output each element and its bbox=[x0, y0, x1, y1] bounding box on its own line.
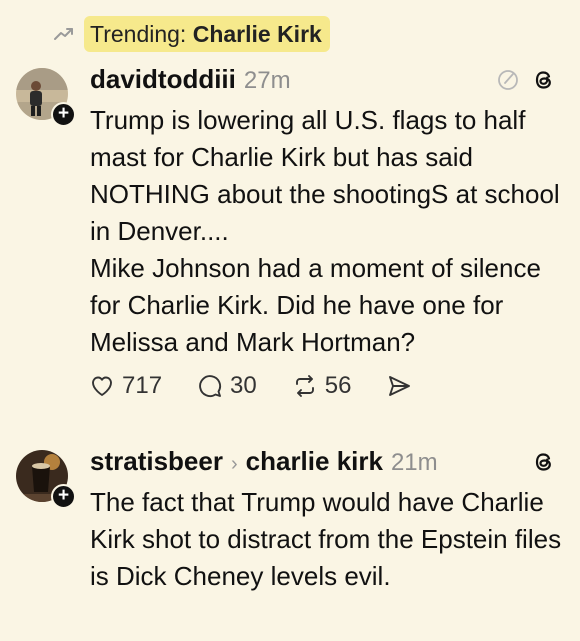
avatar-container[interactable]: + bbox=[16, 68, 76, 128]
post-davidtoddiii[interactable]: + davidtoddiii 27m Trump is lowering all… bbox=[0, 64, 580, 414]
threads-logo-icon[interactable] bbox=[530, 66, 558, 94]
avatar-container[interactable]: + bbox=[16, 450, 76, 510]
heart-icon bbox=[92, 376, 112, 396]
trending-label[interactable]: Trending: Charlie Kirk bbox=[84, 16, 330, 52]
post-body: Trump is lowering all U.S. flags to half… bbox=[90, 102, 565, 361]
trending-arrow-icon bbox=[54, 28, 73, 40]
reply-button[interactable]: 30 bbox=[196, 372, 257, 400]
share-button[interactable] bbox=[385, 372, 413, 400]
repost-count: 56 bbox=[324, 372, 352, 399]
post-stratisbeer[interactable]: + stratisbeer › charlie kirk 21m The fac… bbox=[0, 446, 580, 641]
topic-tag[interactable]: charlie kirk bbox=[246, 446, 383, 477]
follow-plus-button[interactable]: + bbox=[51, 102, 76, 127]
threads-feed: Trending: Charlie Kirk + davidtoddiii 27… bbox=[0, 0, 580, 641]
reply-count: 30 bbox=[230, 372, 257, 399]
comment-icon bbox=[199, 375, 222, 398]
username[interactable]: stratisbeer bbox=[90, 446, 223, 477]
repost-button[interactable]: 56 bbox=[291, 372, 352, 400]
timestamp: 21m bbox=[390, 449, 438, 476]
follow-plus-button[interactable]: + bbox=[51, 484, 76, 509]
like-count: 717 bbox=[122, 372, 163, 399]
post-header: stratisbeer › charlie kirk 21m bbox=[90, 446, 438, 476]
threads-logo-icon[interactable] bbox=[530, 448, 558, 476]
chevron-right-icon: › bbox=[230, 453, 238, 475]
timestamp: 27m bbox=[243, 67, 291, 94]
repost-icon bbox=[295, 375, 314, 397]
trending-prefix: Trending: bbox=[90, 21, 187, 47]
post-header: davidtoddiii 27m bbox=[90, 64, 291, 94]
post-body: The fact that Trump would have Charlie K… bbox=[90, 484, 565, 595]
trending-topic: Charlie Kirk bbox=[192, 21, 322, 47]
post-paragraph: Mike Johnson had a moment of silence for… bbox=[90, 253, 541, 357]
like-button[interactable]: 717 bbox=[88, 372, 162, 400]
post-paragraph: The fact that Trump would have Charlie K… bbox=[90, 487, 562, 591]
trending-banner[interactable]: Trending: Charlie Kirk bbox=[52, 16, 330, 52]
post-paragraph: Trump is lowering all U.S. flags to half… bbox=[90, 105, 560, 246]
send-icon bbox=[389, 376, 411, 396]
post-actions: 717 30 56 bbox=[88, 372, 413, 400]
edit-history-icon[interactable] bbox=[496, 68, 520, 92]
username[interactable]: davidtoddiii bbox=[90, 64, 236, 95]
